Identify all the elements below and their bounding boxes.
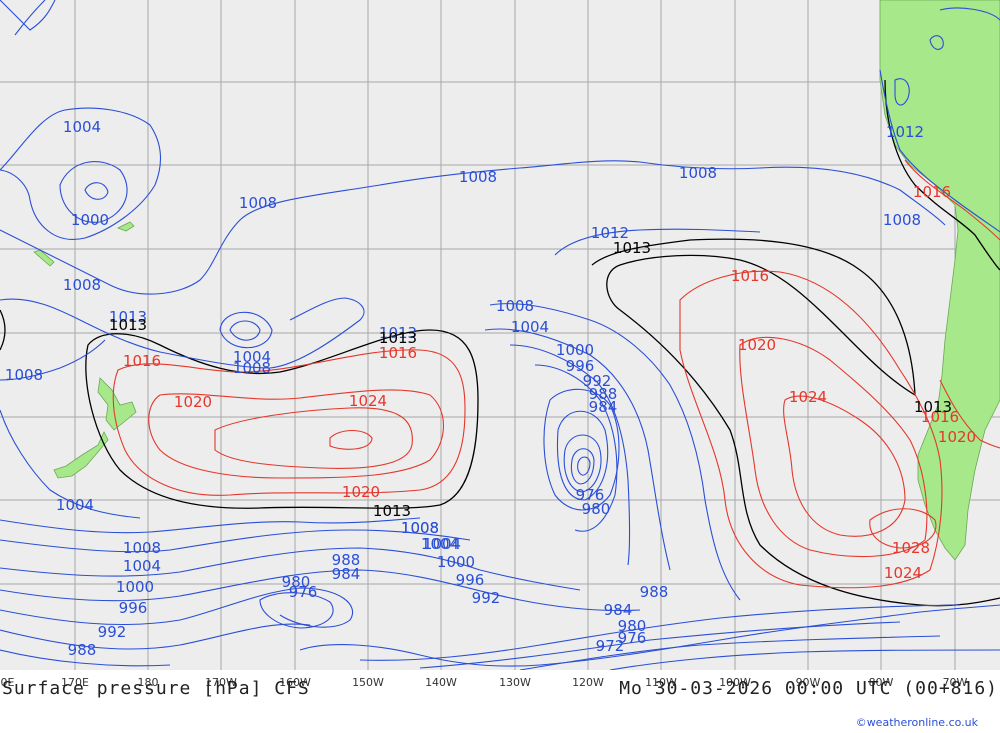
- isobar-label: 996: [119, 599, 148, 617]
- isobar-label: 992: [472, 589, 501, 607]
- isobar-label: 1012: [886, 123, 924, 141]
- isobar-label: 980: [582, 500, 611, 518]
- isobar-label: 1008: [239, 194, 277, 212]
- isobar-labels: 1004 1000 1008 1008 1008 1008 1012 1008 …: [5, 118, 976, 659]
- isobar-label: 1013: [109, 316, 147, 334]
- new-zealand-south-island: [53, 431, 109, 479]
- isobar-label: 972: [596, 637, 625, 655]
- credit-link[interactable]: ©weatheronline.co.uk: [856, 716, 978, 729]
- isobar-label: 1013: [373, 502, 411, 520]
- isobar-label: 1008: [63, 276, 101, 294]
- isobar-label: 1020: [738, 336, 776, 354]
- isobar-label: 1028: [892, 539, 930, 557]
- map-canvas: 1004 1000 1008 1008 1008 1008 1012 1008 …: [0, 0, 1000, 670]
- isobar-label: 1008: [459, 168, 497, 186]
- island-fiji: [117, 221, 135, 232]
- isobars-1013: [0, 79, 1000, 607]
- isobar-label: 1016: [123, 352, 161, 370]
- isobar-label: 1004: [233, 348, 271, 366]
- south-america-land: [879, 0, 1000, 561]
- isobar-label: 1004: [63, 118, 101, 136]
- isobar-label: 1024: [884, 564, 922, 582]
- map-title: Surface pressure [hPa] CFS: [2, 678, 310, 699]
- isobar-label: 1004: [56, 496, 94, 514]
- isobar-label: 996: [456, 571, 485, 589]
- isobar-label: 992: [98, 623, 127, 641]
- longitude-tick: 140W: [425, 676, 457, 689]
- isobar-label: 1000: [116, 578, 154, 596]
- isobar-label: 1020: [342, 483, 380, 501]
- isobar-label: 1000: [437, 553, 475, 571]
- new-zealand-north-island: [97, 377, 137, 431]
- isobar-label: 984: [589, 398, 618, 416]
- longitude-tick: 150W: [352, 676, 384, 689]
- isobar-label: 1013: [379, 329, 417, 347]
- isobar-label: 988: [640, 583, 669, 601]
- isobar-label: 1020: [174, 393, 212, 411]
- longitude-tick: 130W: [499, 676, 531, 689]
- isobar-label: 1024: [789, 388, 827, 406]
- isobar-label: 1008: [883, 211, 921, 229]
- isobar-label: 988: [332, 551, 361, 569]
- isobar-label: 976: [289, 583, 318, 601]
- isobar-label: 1008: [496, 297, 534, 315]
- bottom-bar: 60E 170E 180 170W 160W 150W 140W 130W 12…: [0, 670, 1000, 733]
- isobar-label: 988: [68, 641, 97, 659]
- isobar-label: 1008: [5, 366, 43, 384]
- land-areas: [33, 0, 1000, 561]
- isobar-label: 1008: [679, 164, 717, 182]
- isobar-label: 1004: [123, 557, 161, 575]
- isobar-label: 1000: [71, 211, 109, 229]
- isobar-label: 1008: [123, 539, 161, 557]
- isobar-label: 1016: [731, 267, 769, 285]
- pressure-map[interactable]: 1004 1000 1008 1008 1008 1008 1012 1008 …: [0, 0, 1000, 670]
- isobar-label: 1004: [423, 535, 461, 553]
- isobar-label: 1016: [913, 183, 951, 201]
- isobar-label: 1013: [914, 398, 952, 416]
- isobar-label: 1020: [938, 428, 976, 446]
- isobar-label: 1024: [349, 392, 387, 410]
- longitude-tick: 120W: [572, 676, 604, 689]
- valid-time: Mo 30-03-2026 00:00 UTC (00+816): [619, 678, 998, 699]
- isobar-label: 1013: [613, 239, 651, 257]
- isobar-label: 1004: [511, 318, 549, 336]
